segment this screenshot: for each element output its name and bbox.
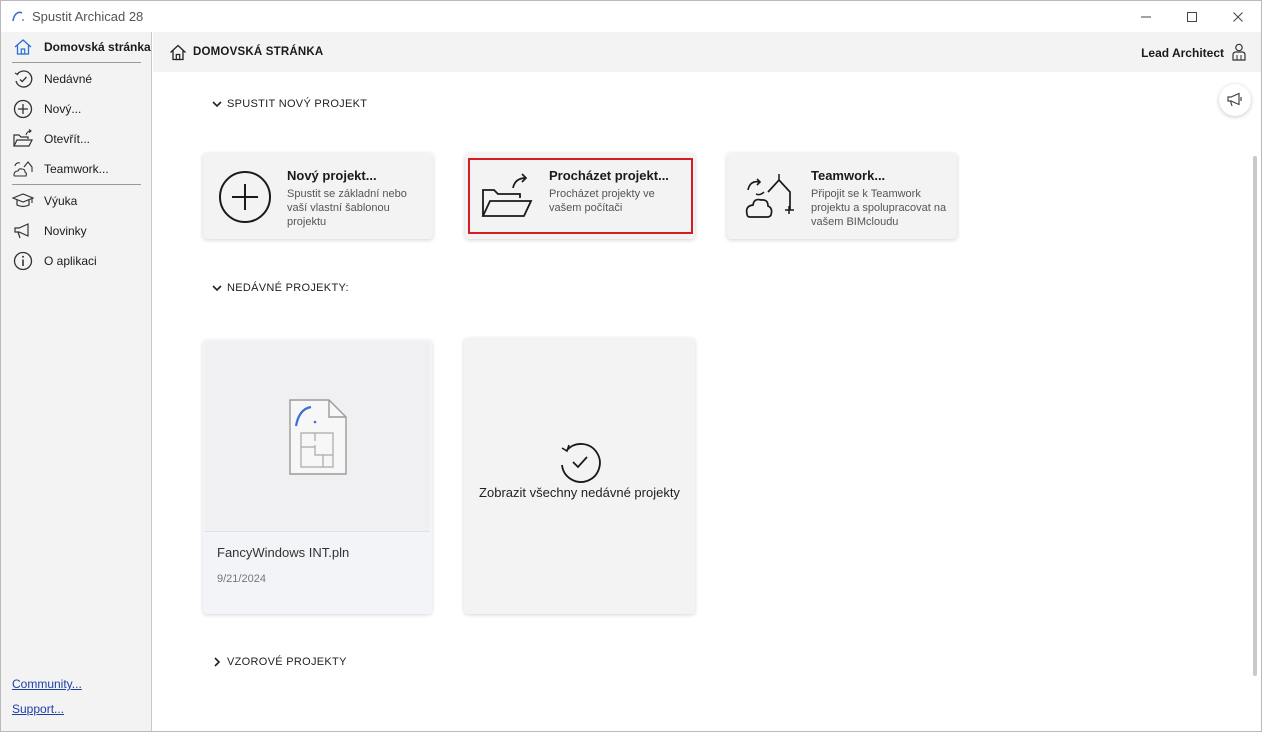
chevron-down-icon [211,282,223,294]
title-bar: Spustit Archicad 28 [1,1,1261,32]
sidebar-item-teamwork[interactable]: Teamwork... [1,155,151,183]
sidebar-item-about[interactable]: O aplikaci [1,247,151,275]
teamwork-card[interactable]: Teamwork... Připojit se k Teamwork proje… [727,153,957,239]
teamwork-icon [741,169,797,225]
page-title: DOMOVSKÁ STRÁNKA [193,46,324,58]
section-title: VZOROVÉ PROJEKTY [227,656,347,668]
maximize-icon [1187,11,1197,22]
user-name[interactable]: Lead Architect [1141,46,1224,60]
sidebar-item-label: Otevřít... [44,132,91,146]
section-title: NEDÁVNÉ PROJEKTY: [227,282,349,294]
teamwork-icon [12,159,34,179]
chevron-right-icon [211,656,223,668]
section-recent-toggle[interactable]: NEDÁVNÉ PROJEKTY: [211,282,349,294]
archicad-file-icon [288,398,347,475]
section-samples-toggle[interactable]: VZOROVÉ PROJEKTY [211,656,347,668]
minimize-icon [1141,16,1151,17]
window-title: Spustit Archicad 28 [32,9,144,24]
recent-icon [12,69,34,89]
sidebar-item-news[interactable]: Novinky [1,217,151,245]
sidebar-item-recent[interactable]: Nedávné [1,65,151,93]
sidebar-item-label: O aplikaci [44,254,97,268]
megaphone-icon [1227,92,1242,107]
info-icon [12,251,34,271]
close-icon [1233,11,1243,22]
sidebar-item-learn[interactable]: Výuka [1,187,151,215]
community-link[interactable]: Community... [12,677,82,691]
sidebar-item-label: Nový... [44,102,82,116]
home-icon [170,44,186,61]
announcements-button[interactable] [1219,84,1251,116]
sidebar-item-label: Novinky [44,224,87,238]
graduation-cap-icon [12,191,34,211]
project-file-date: 9/21/2024 [217,573,266,585]
section-new-project-toggle[interactable]: SPUSTIT NOVÝ PROJEKT [211,98,367,110]
section-title: SPUSTIT NOVÝ PROJEKT [227,98,368,110]
home-icon [12,37,34,57]
user-icon[interactable] [1232,43,1246,61]
selection-highlight [468,158,693,234]
project-file-name: FancyWindows INT.pln [217,545,350,560]
card-title: Teamwork... [811,168,886,183]
card-title: Nový projekt... [287,168,377,183]
main-content: SPUSTIT NOVÝ PROJEKT Nový projekt... Spu… [153,72,1261,731]
sidebar-divider [12,184,141,185]
support-link[interactable]: Support... [12,702,64,716]
show-all-recent-card[interactable]: Zobrazit všechny nedávné projekty [464,338,695,614]
sidebar-item-label: Výuka [44,194,78,208]
close-button[interactable] [1215,1,1261,32]
chevron-down-icon [211,98,223,110]
sidebar-item-label: Domovská stránka [44,40,151,54]
sidebar-item-label: Teamwork... [44,162,109,176]
vertical-scrollbar[interactable] [1253,156,1257,676]
minimize-button[interactable] [1123,1,1169,32]
folder-open-icon [12,129,34,149]
sidebar-divider [12,62,141,63]
new-project-card[interactable]: Nový projekt... Spustit se základní nebo… [203,153,433,239]
sidebar: Domovská stránka Nedávné Nový... Otevřít… [1,32,152,731]
card-description: Připojit se k Teamwork projektu a spolup… [811,188,947,228]
recent-project-card[interactable]: FancyWindows INT.pln 9/21/2024 [203,340,432,614]
sidebar-item-label: Nedávné [44,72,93,86]
archicad-logo-icon [12,11,24,22]
page-header: DOMOVSKÁ STRÁNKA Lead Architect [153,32,1261,72]
recent-icon [561,443,601,483]
project-thumbnail [205,342,430,532]
plus-circle-icon [12,99,34,119]
sidebar-item-new[interactable]: Nový... [1,95,151,123]
sidebar-item-home[interactable]: Domovská stránka [1,33,151,61]
show-all-label: Zobrazit všechny nedávné projekty [479,485,680,500]
card-description: Spustit se základní nebo vaší vlastní ša… [287,188,407,228]
megaphone-icon [12,221,34,241]
plus-circle-icon [217,169,273,225]
app-window: Spustit Archicad 28 Domovská stránka Ned… [0,0,1262,732]
sidebar-item-open[interactable]: Otevřít... [1,125,151,153]
maximize-button[interactable] [1169,1,1215,32]
